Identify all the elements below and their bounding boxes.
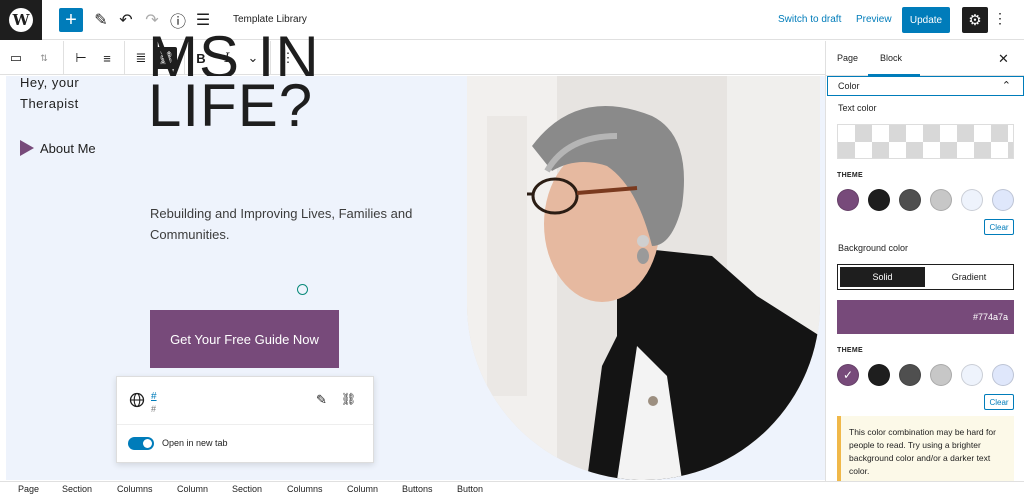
text-color-swatch[interactable] [961, 189, 983, 211]
block-breadcrumb: Page Section Columns Column Section Columns Co… [0, 481, 1024, 496]
tab-page[interactable]: Page [837, 53, 858, 63]
text-color-preview[interactable] [837, 124, 1014, 159]
greeting-line-2: Therapist [20, 96, 79, 111]
headline-line-1: MS IN [148, 28, 320, 76]
block-toolbar: ▭ ⇅ ⊢ ≡ ≣ ⛓ B I ⌄ ⋮ [0, 41, 825, 75]
background-color-swatch[interactable] [961, 364, 983, 386]
align-width-icon[interactable]: ≡ [96, 47, 118, 69]
open-in-new-tab-label: Open in new tab [162, 438, 228, 448]
options-kebab-icon[interactable]: ⋮ [993, 10, 1007, 27]
about-me-label: About Me [40, 140, 96, 156]
solid-gradient-toggle: Solid Gradient [837, 264, 1014, 290]
breadcrumb-item[interactable]: Column [177, 484, 208, 494]
switch-to-draft-button[interactable]: Switch to draft [778, 14, 841, 25]
link-title[interactable]: # [151, 391, 157, 402]
background-color-swatch[interactable] [992, 364, 1014, 386]
about-me-link[interactable]: About Me [20, 140, 96, 156]
text-color-swatch[interactable] [899, 189, 921, 211]
move-up-down-icon[interactable]: ⇅ [33, 47, 55, 69]
unlink-icon[interactable]: ⛓ [341, 392, 356, 406]
text-color-swatch[interactable] [868, 189, 890, 211]
play-triangle-icon [20, 140, 34, 156]
link-indicator-dot [297, 284, 308, 295]
open-in-new-tab-toggle[interactable] [128, 437, 154, 450]
breadcrumb-item[interactable]: Columns [117, 484, 153, 494]
link-url: # [151, 404, 157, 414]
settings-gear-icon[interactable]: ⚙ [962, 7, 988, 33]
text-color-swatch[interactable] [992, 189, 1014, 211]
justify-left-icon[interactable]: ⊢ [70, 47, 92, 69]
theme-label-text: THEME [837, 172, 863, 179]
breadcrumb-item[interactable]: Section [62, 484, 92, 494]
update-button[interactable]: Update [902, 7, 950, 33]
tools-pencil-icon[interactable]: ✎ [88, 7, 114, 33]
gradient-tab[interactable]: Gradient [926, 267, 1012, 287]
close-sidebar-icon[interactable]: ✕ [998, 51, 1009, 67]
block-type-button-icon[interactable]: ▭ [5, 47, 27, 69]
solid-tab[interactable]: Solid [840, 267, 925, 287]
background-color-swatch[interactable] [930, 364, 952, 386]
link-preview-row: # # ✎ ⛓ [117, 377, 373, 425]
undo-icon[interactable]: ↶ [113, 7, 139, 33]
text-color-swatch[interactable] [930, 189, 952, 211]
hero-headline: MS IN LIFE? [148, 28, 320, 139]
color-panel-header[interactable]: Color ⌃ [827, 76, 1024, 96]
get-free-guide-button[interactable]: Get Your Free Guide Now [150, 310, 339, 368]
preview-button[interactable]: Preview [856, 14, 892, 25]
hero-subtext: Rebuilding and Improving Lives, Families… [150, 206, 413, 242]
clear-text-color-button[interactable]: Clear [984, 219, 1014, 235]
settings-sidebar: Page Block ✕ Color ⌃ Text color THEME Cl… [825, 41, 1024, 481]
therapist-photo [467, 76, 820, 480]
breadcrumb-item[interactable]: Page [18, 484, 39, 494]
tab-block[interactable]: Block [880, 53, 902, 63]
add-block-button[interactable]: + [59, 8, 83, 32]
theme-label-background: THEME [837, 347, 863, 354]
background-color-value[interactable]: #774a7a [837, 300, 1014, 334]
link-control-popover: # # ✎ ⛓ Open in new tab [116, 376, 374, 463]
clear-background-color-button[interactable]: Clear [984, 394, 1014, 410]
background-color-swatch[interactable]: ✓ [837, 364, 859, 386]
text-color-label: Text color [838, 103, 877, 113]
sidebar-tabs: Page Block ✕ [826, 41, 1024, 76]
wordpress-logo-icon: W [9, 8, 33, 32]
greeting-line-1: Hey, your [20, 75, 80, 90]
contrast-warning-notice: This color combination may be hard for p… [837, 416, 1014, 481]
background-color-label: Background color [838, 243, 909, 253]
therapist-photo-illustration [467, 76, 820, 480]
breadcrumb-item[interactable]: Section [232, 484, 262, 494]
breadcrumb-item[interactable]: Column [347, 484, 378, 494]
breadcrumb-item[interactable]: Columns [287, 484, 323, 494]
wordpress-logo-button[interactable]: W [0, 0, 42, 40]
chevron-up-icon: ⌃ [1001, 80, 1011, 92]
breadcrumb-item[interactable]: Buttons [402, 484, 433, 494]
breadcrumb-item[interactable]: Button [457, 484, 483, 494]
background-color-swatch[interactable] [899, 364, 921, 386]
headline-line-2: LIFE? [148, 72, 314, 139]
greeting-text: Hey, your Therapist [20, 72, 79, 114]
text-color-swatch[interactable] [837, 189, 859, 211]
globe-icon [129, 392, 145, 408]
color-panel-title: Color [838, 81, 860, 91]
background-color-swatch[interactable] [868, 364, 890, 386]
edit-link-pencil-icon[interactable]: ✎ [316, 392, 327, 408]
document-title[interactable]: Template Library [233, 14, 307, 25]
